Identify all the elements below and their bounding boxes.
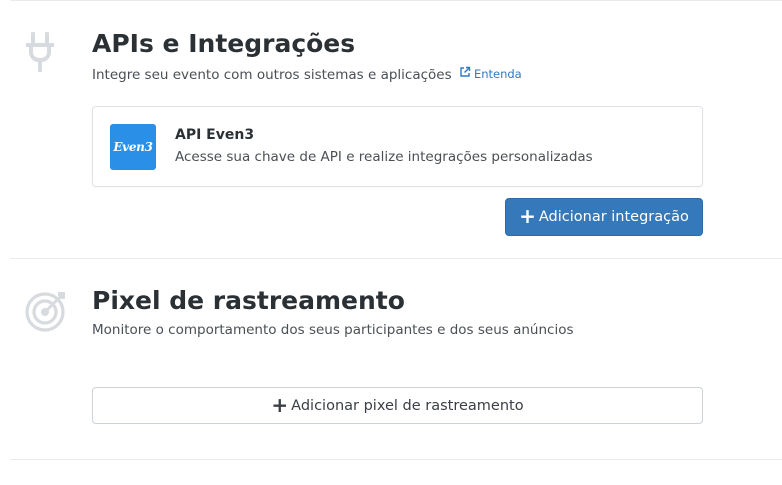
add-tracking-pixel-label: Adicionar pixel de rastreamento xyxy=(291,397,524,414)
add-integration-button[interactable]: + Adicionar integração xyxy=(505,198,703,236)
integration-title: API Even3 xyxy=(175,127,255,143)
pixel-section-description: Monitore o comportamento dos seus partic… xyxy=(92,322,574,338)
external-link-icon xyxy=(459,65,474,83)
pixel-section-title: Pixel de rastreamento xyxy=(92,286,405,315)
even3-logo: Even3 xyxy=(110,124,156,170)
section-divider xyxy=(10,258,782,259)
integrations-settings-page: APIs e Integrações Integre seu evento co… xyxy=(0,0,782,485)
api-section-description: Integre seu evento com outros sistemas e… xyxy=(92,65,522,84)
add-integration-label: Adicionar integração xyxy=(538,209,689,225)
target-icon xyxy=(25,288,69,332)
top-divider xyxy=(10,0,782,1)
api-description-text: Integre seu evento com outros sistemas e… xyxy=(92,67,452,83)
add-tracking-pixel-button[interactable]: + Adicionar pixel de rastreamento xyxy=(92,387,703,424)
plug-icon xyxy=(21,30,65,74)
learn-more-link[interactable]: Entenda xyxy=(459,65,522,83)
bottom-divider xyxy=(10,459,782,460)
api-section-title: APIs e Integrações xyxy=(92,29,356,58)
integration-description: Acesse sua chave de API e realize integr… xyxy=(175,149,593,165)
plus-icon: + xyxy=(519,204,536,228)
plus-icon: + xyxy=(271,392,289,417)
integration-card-api-even3[interactable]: Even3 API Even3 Acesse sua chave de API … xyxy=(92,106,703,187)
learn-more-label: Entenda xyxy=(473,67,522,81)
